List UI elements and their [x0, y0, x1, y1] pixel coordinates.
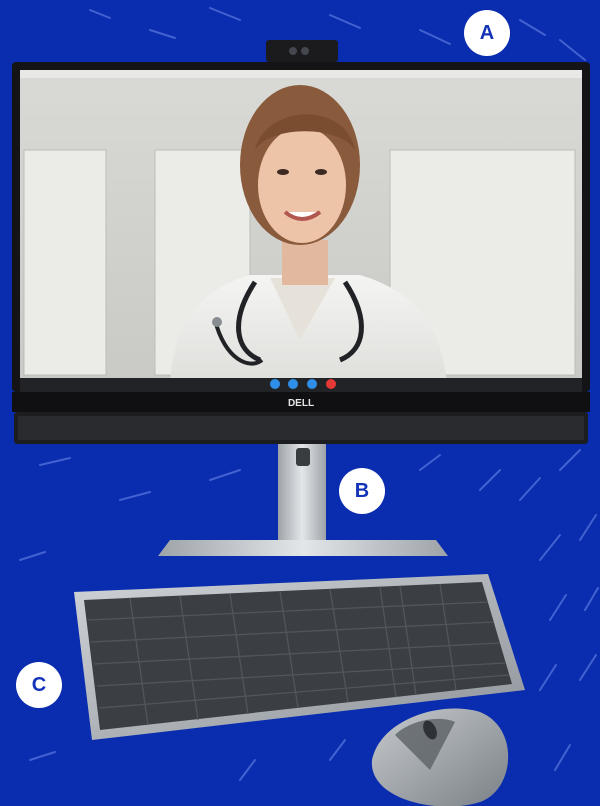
monitor-stand [158, 444, 448, 556]
webcam [266, 40, 338, 62]
wireless-mouse [371, 708, 509, 806]
speaker-bar [14, 412, 588, 444]
end-call-icon[interactable] [326, 379, 336, 389]
dell-logo: DELL [288, 398, 314, 409]
camera-icon[interactable] [270, 379, 280, 389]
badge-a: A [464, 10, 510, 56]
badge-b: B [339, 468, 385, 514]
product-scene: DELL [12, 40, 590, 806]
mic-icon[interactable] [288, 379, 298, 389]
badge-c: C [16, 662, 62, 708]
monitor-screen [20, 70, 582, 392]
chat-icon[interactable] [307, 379, 317, 389]
